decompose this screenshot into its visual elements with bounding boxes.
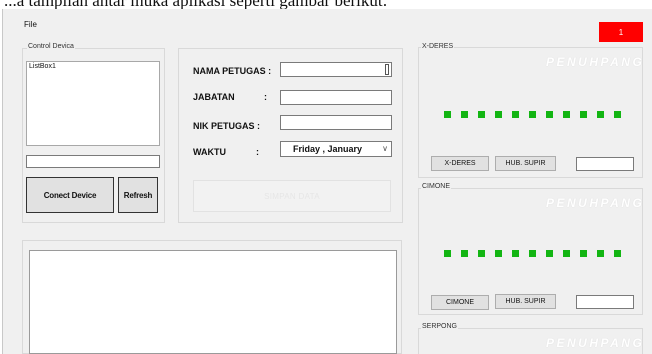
nama-petugas-label: NAMA PETUGAS :	[193, 66, 272, 76]
capacity-led	[529, 250, 536, 257]
capacity-led	[546, 250, 553, 257]
device-status-field[interactable]	[26, 155, 160, 168]
capacity-led	[597, 250, 604, 257]
nik-petugas-label: NIK PETUGAS :	[193, 121, 261, 131]
capacity-led	[495, 250, 502, 257]
capacity-led	[461, 250, 468, 257]
station-title-cimone: CIMONE	[421, 183, 451, 190]
capacity-led	[444, 250, 451, 257]
simpan-data-button[interactable]: SIMPAN DATA	[193, 180, 391, 212]
nik-petugas-input[interactable]	[280, 115, 392, 130]
capacity-led	[580, 250, 587, 257]
station-title-serpong: SERPONG	[421, 323, 459, 330]
menu-file[interactable]: File	[24, 20, 37, 29]
waktu-value: Friday , January	[293, 144, 363, 154]
penuhpang-watermark-cimone: PENUHPANG	[546, 196, 645, 210]
hub-supir-button-xderes[interactable]: HUB. SUPIR	[495, 156, 556, 171]
log-textarea[interactable]	[29, 250, 397, 354]
capacity-leds-xderes	[444, 111, 621, 118]
capacity-led	[597, 111, 604, 118]
station-button-cimone[interactable]: CIMONE	[431, 295, 489, 310]
refresh-button[interactable]: Refresh	[118, 177, 158, 213]
jabatan-label: JABATAN	[193, 92, 235, 102]
capacity-leds-cimone	[444, 250, 621, 257]
chevron-down-icon[interactable]: ∨	[382, 144, 388, 153]
penuhpang-watermark-serpong: PENUHPANG	[546, 336, 645, 350]
station-value-field-xderes[interactable]	[576, 157, 634, 171]
capacity-led	[563, 111, 570, 118]
capacity-led	[478, 111, 485, 118]
station-value-field-cimone[interactable]	[576, 295, 634, 309]
capacity-led	[495, 111, 502, 118]
station-title-xderes: X-DERES	[421, 43, 455, 50]
capacity-led	[580, 111, 587, 118]
input-scroll-handle	[385, 64, 389, 75]
caption-text: ...a tampilan antar muka aplikasi sepert…	[0, 0, 652, 9]
capacity-led	[512, 111, 519, 118]
jabatan-colon: :	[264, 92, 267, 102]
capacity-led	[444, 111, 451, 118]
hub-supir-button-cimone[interactable]: HUB. SUPIR	[495, 294, 556, 309]
capacity-led	[529, 111, 536, 118]
device-listbox[interactable]: ListBox1	[26, 61, 160, 146]
capacity-led	[614, 250, 621, 257]
station-button-xderes[interactable]: X-DERES	[431, 156, 489, 171]
waktu-colon: :	[256, 147, 259, 157]
connect-device-button[interactable]: Conect Device	[26, 177, 114, 213]
penuhpang-watermark-xderes: PENUHPANG	[546, 55, 645, 69]
capacity-led	[614, 111, 621, 118]
capacity-led	[478, 250, 485, 257]
waktu-label: WAKTU	[193, 147, 226, 157]
jabatan-input[interactable]	[280, 90, 392, 105]
status-indicator: 1	[599, 22, 643, 42]
nama-petugas-input[interactable]	[280, 62, 392, 77]
control-device-legend: Control Devica	[27, 43, 75, 50]
listbox-item[interactable]: ListBox1	[29, 63, 157, 70]
capacity-led	[546, 111, 553, 118]
capacity-led	[512, 250, 519, 257]
capacity-led	[563, 250, 570, 257]
waktu-datepicker[interactable]: Friday , January ∨	[280, 141, 392, 157]
capacity-led	[461, 111, 468, 118]
